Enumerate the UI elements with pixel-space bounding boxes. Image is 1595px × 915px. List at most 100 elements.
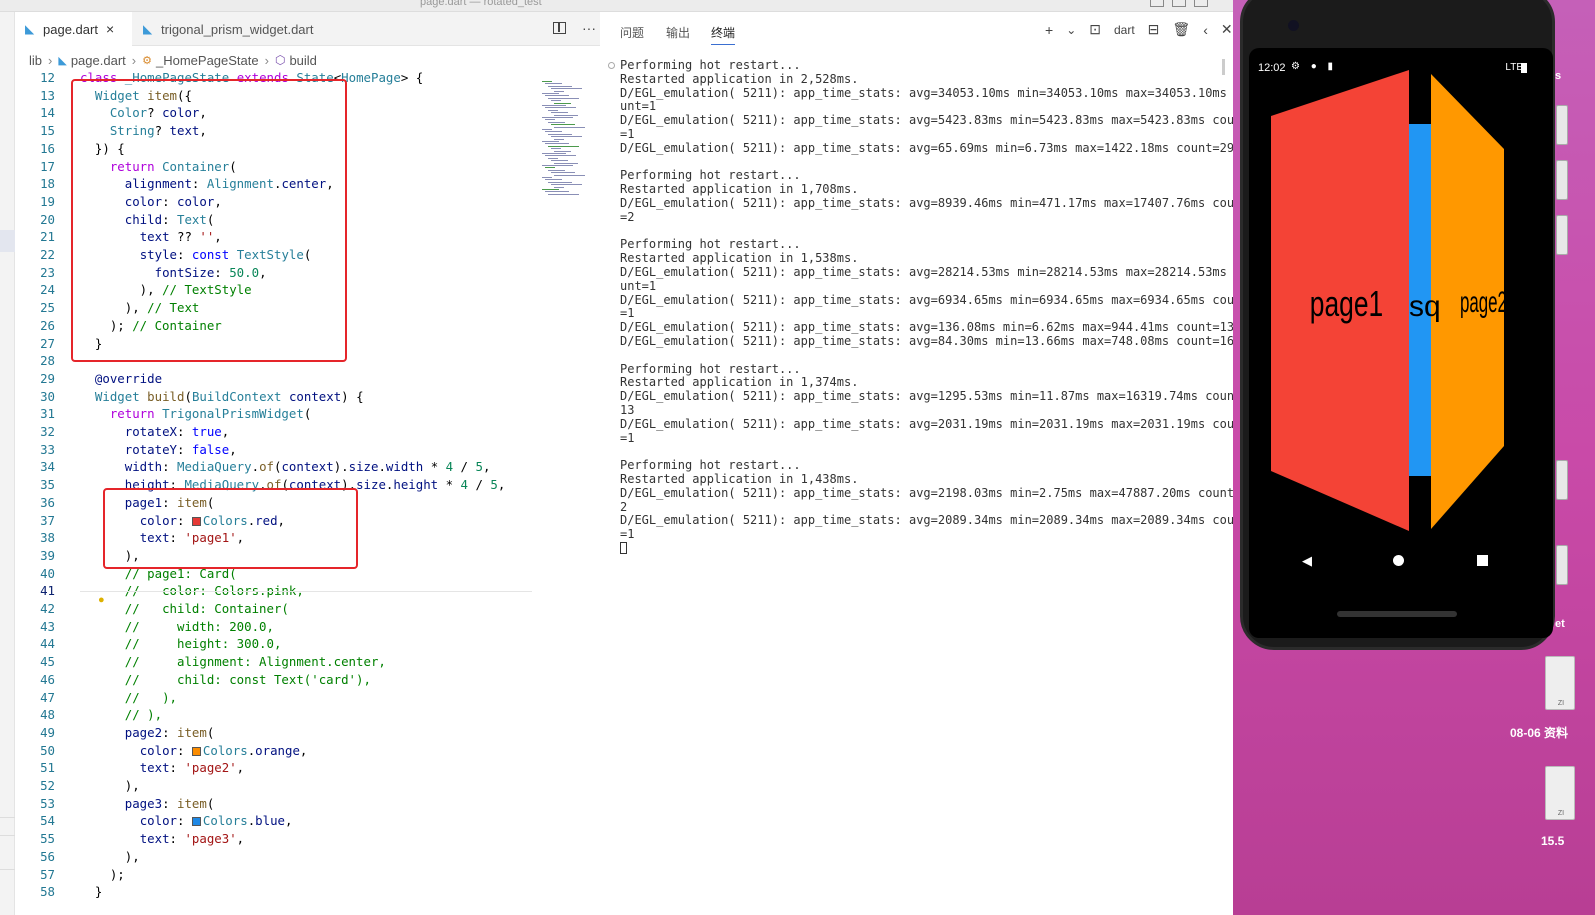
code-line[interactable]: 53 page3: item( (15, 795, 535, 813)
code-line[interactable]: 56 ), (15, 848, 535, 866)
terminal-output[interactable]: Performing hot restart... Restarted appli… (620, 58, 1249, 556)
line-number: 17 (40, 158, 55, 174)
code-line[interactable]: 46 // child: const Text('card'), (15, 671, 535, 689)
terminal-scrollbar[interactable] (1222, 59, 1225, 75)
minimap-line (545, 143, 569, 145)
code-line[interactable]: 29 @override (15, 370, 535, 388)
line-number: 14 (40, 105, 55, 121)
desktop-file-icon[interactable] (1556, 105, 1568, 145)
breadcrumb-lib[interactable]: lib (29, 53, 42, 68)
window-controls[interactable] (1150, 0, 1208, 7)
minimap-line (542, 165, 573, 166)
activity-selected[interactable] (0, 230, 15, 252)
back-icon[interactable]: ◀ (1302, 553, 1312, 569)
desktop-file-label[interactable]: 15.5 (1541, 834, 1564, 848)
line-number: 55 (40, 831, 55, 847)
code-line[interactable]: 42 // child: Container( (15, 600, 535, 618)
breadcrumb-method[interactable]: build (289, 53, 316, 68)
terminal-shell-icon[interactable]: ⊡ (1089, 21, 1101, 38)
code-line[interactable]: 43 // width: 200.0, (15, 618, 535, 636)
annotation-box-page1 (103, 488, 358, 569)
recents-icon[interactable] (1477, 555, 1488, 566)
minimap-line (542, 189, 559, 190)
terminal-line: Performing hot restart... (620, 361, 801, 376)
terminal-line: D/EGL_emulation( 5211): app_time_stats: … (620, 113, 1249, 128)
chevron-down-icon[interactable]: ⌄ (1066, 23, 1076, 37)
code-line[interactable]: 45 // alignment: Alignment.center, (15, 653, 535, 671)
desktop-file-icon[interactable] (1556, 215, 1568, 255)
terminal-line: D/EGL_emulation( 5211): app_time_stats: … (620, 140, 1235, 155)
trash-icon[interactable]: 🗑 (1172, 21, 1190, 38)
line-number: 54 (40, 813, 55, 829)
code-line[interactable]: 50 color: Colors.orange, (15, 742, 535, 760)
code-line[interactable]: 55 text: 'page3', (15, 830, 535, 848)
terminal-line: D/EGL_emulation( 5211): app_time_stats: … (620, 292, 1249, 307)
code-line[interactable]: 44 // height: 300.0, (15, 635, 535, 653)
code-line[interactable]: 34 width: MediaQuery.of(context).size.wi… (15, 458, 535, 476)
terminal-prompt[interactable] (620, 541, 1225, 556)
split-editor-icon[interactable] (553, 22, 566, 34)
tab-trigonal-prism-widget[interactable]: ◣ trigonal_prism_widget.dart (133, 12, 358, 46)
code-line[interactable]: 54 color: Colors.blue, (15, 812, 535, 830)
tab-output[interactable]: 输出 (666, 24, 690, 41)
desktop-file-icon[interactable] (1556, 160, 1568, 200)
code-text: // ), (124, 689, 177, 705)
home-icon[interactable] (1393, 555, 1404, 566)
desktop-file-icon[interactable]: ZI (1545, 766, 1575, 820)
editor-tabs: ◣ page.dart × ◣ trigonal_prism_widget.da… (15, 12, 610, 46)
trigonal-prism-view[interactable]: page1 sq page2 (1249, 48, 1553, 548)
more-actions-icon[interactable]: ··· (582, 20, 596, 36)
line-number: 36 (40, 494, 55, 510)
code-line[interactable]: 49 page2: item( (15, 724, 535, 742)
desktop-file-icon[interactable]: ZI (1545, 656, 1575, 710)
line-number: 18 (40, 176, 55, 192)
code-line[interactable]: 58 } (15, 883, 535, 901)
annotation-box-item-method (71, 79, 347, 362)
minimap[interactable] (536, 69, 606, 209)
line-number: 30 (40, 388, 55, 404)
minimap-line (548, 97, 579, 99)
code-text: @override (94, 370, 163, 386)
code-line[interactable]: 52 ), (15, 777, 535, 795)
code-line[interactable]: 32 rotateX: true, (15, 423, 535, 441)
code-text: // alignment: Alignment.center, (124, 654, 386, 670)
code-text: rotateX: true, (124, 424, 230, 439)
line-number: 19 (40, 193, 55, 209)
code-line[interactable]: 33 rotateY: false, (15, 441, 535, 459)
breadcrumb-file[interactable]: page.dart (71, 53, 126, 68)
code-line[interactable]: 51 text: 'page2', (15, 759, 535, 777)
code-line[interactable]: 57 ); (15, 866, 535, 884)
add-terminal-icon[interactable]: + (1045, 22, 1053, 38)
terminal-line: Restarted application in 2,528ms. (620, 71, 859, 86)
minimap-line (551, 172, 575, 174)
desktop-file-icon[interactable] (1556, 545, 1568, 585)
editor-actions: ··· (553, 20, 596, 36)
tab-terminal[interactable]: 终端 (711, 24, 736, 45)
code-line[interactable]: 30 Widget build(BuildContext context) { (15, 388, 535, 406)
terminal-line: D/EGL_emulation( 5211): app_time_stats: … (620, 485, 1249, 500)
close-icon[interactable]: × (106, 21, 114, 37)
terminal-shell-label[interactable]: dart (1114, 23, 1135, 37)
breadcrumb-class[interactable]: _HomePageState (156, 53, 259, 68)
code-text: color: Colors.blue, (139, 813, 293, 829)
terminal-line: D/EGL_emulation( 5211): app_time_stats: … (620, 264, 1249, 279)
chevron-left-icon[interactable]: ‹ (1203, 22, 1208, 38)
lightbulb-icon[interactable]: ● (98, 594, 107, 606)
close-panel-icon[interactable]: ✕ (1221, 21, 1233, 38)
code-line[interactable]: 47 // ), (15, 689, 535, 707)
tab-problems[interactable]: 问题 (620, 24, 644, 41)
minimap-line (554, 138, 564, 140)
line-number: 57 (40, 866, 55, 882)
dart-file-icon: ◣ (143, 22, 153, 36)
line-number: 27 (40, 335, 55, 351)
desktop-file-label[interactable]: 08-06 资料 (1510, 724, 1568, 741)
code-line[interactable]: 48 // ), (15, 706, 535, 724)
dart-file-icon: ◣ (58, 54, 67, 67)
emulator-screen[interactable]: 12:02 ⚙ ● ▮ LTE page1 sq page2 ◀ (1249, 48, 1553, 638)
code-line[interactable]: 31 return TrigonalPrismWidget( (15, 405, 535, 423)
tab-page-dart[interactable]: ◣ page.dart × (15, 12, 132, 46)
panel-header: 问题 输出 终端 + ⌄ ⊡ dart ⊟ 🗑 ‹ ✕ (600, 12, 1233, 47)
desktop-file-icon[interactable] (1556, 460, 1568, 500)
split-terminal-icon[interactable]: ⊟ (1148, 21, 1160, 38)
minimap-line (542, 105, 566, 106)
